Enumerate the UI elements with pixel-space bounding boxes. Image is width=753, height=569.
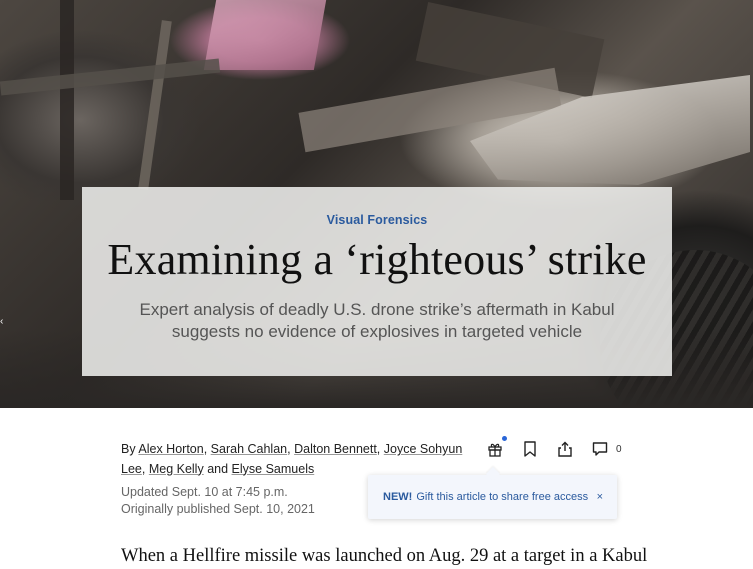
- hero-debris: [60, 0, 74, 200]
- new-badge: NEW!: [383, 491, 413, 503]
- updated-timestamp: Updated Sept. 10 at 7:45 p.m.: [121, 485, 288, 499]
- gift-tooltip-text: Gift this article to share free access: [416, 491, 589, 503]
- section-kicker[interactable]: Visual Forensics: [82, 213, 672, 227]
- comment-icon: [592, 441, 608, 457]
- byline-and: and: [207, 461, 229, 476]
- byline-prefix: By: [121, 442, 136, 456]
- headline-overlay: Visual Forensics Examining a ‘righteous’…: [82, 187, 672, 376]
- author-link[interactable]: Alex Horton: [138, 442, 203, 456]
- gift-button[interactable]: [483, 436, 507, 461]
- article-dek: Expert analysis of deadly U.S. drone str…: [139, 300, 615, 341]
- close-icon[interactable]: ×: [597, 491, 603, 503]
- article-body-first-line: When a Hellfire missile was launched on …: [121, 546, 648, 566]
- article-actions: 0: [483, 436, 622, 461]
- bookmark-button[interactable]: [518, 437, 542, 461]
- comment-count[interactable]: 0: [616, 444, 622, 455]
- byline-separator: ,: [376, 442, 381, 456]
- byline-separator: ,: [287, 442, 291, 456]
- byline: By Alex Horton, Sarah Cahlan, Dalton Ben…: [121, 440, 481, 479]
- byline-separator: ,: [141, 461, 146, 476]
- share-icon: [557, 441, 573, 457]
- comments-button[interactable]: [588, 437, 612, 461]
- published-timestamp: Originally published Sept. 10, 2021: [121, 501, 315, 516]
- byline-separator: ,: [203, 442, 208, 456]
- author-link[interactable]: Meg Kelly: [149, 462, 204, 476]
- article-headline: Examining a ‘righteous’ strike: [107, 235, 647, 284]
- gift-icon: [487, 441, 503, 457]
- author-link[interactable]: Sarah Cahlan: [211, 442, 287, 456]
- bookmark-icon: [523, 441, 537, 457]
- hero-debris: [138, 20, 172, 190]
- author-link[interactable]: Dalton Bennett: [294, 442, 377, 456]
- hero-debris: [0, 58, 221, 96]
- article-dates: Updated Sept. 10 at 7:45 p.m. Originally…: [121, 484, 315, 517]
- new-indicator-dot: [502, 436, 507, 441]
- gift-tooltip[interactable]: NEW! Gift this article to share free acc…: [368, 475, 617, 519]
- hero-debris: [203, 0, 327, 70]
- mouse-cursor-icon: ‹: [0, 316, 4, 327]
- author-link[interactable]: Elyse Samuels: [232, 462, 315, 476]
- article-page: ‹ Visual Forensics Examining a ‘righteou…: [0, 0, 753, 569]
- share-button[interactable]: [553, 437, 577, 461]
